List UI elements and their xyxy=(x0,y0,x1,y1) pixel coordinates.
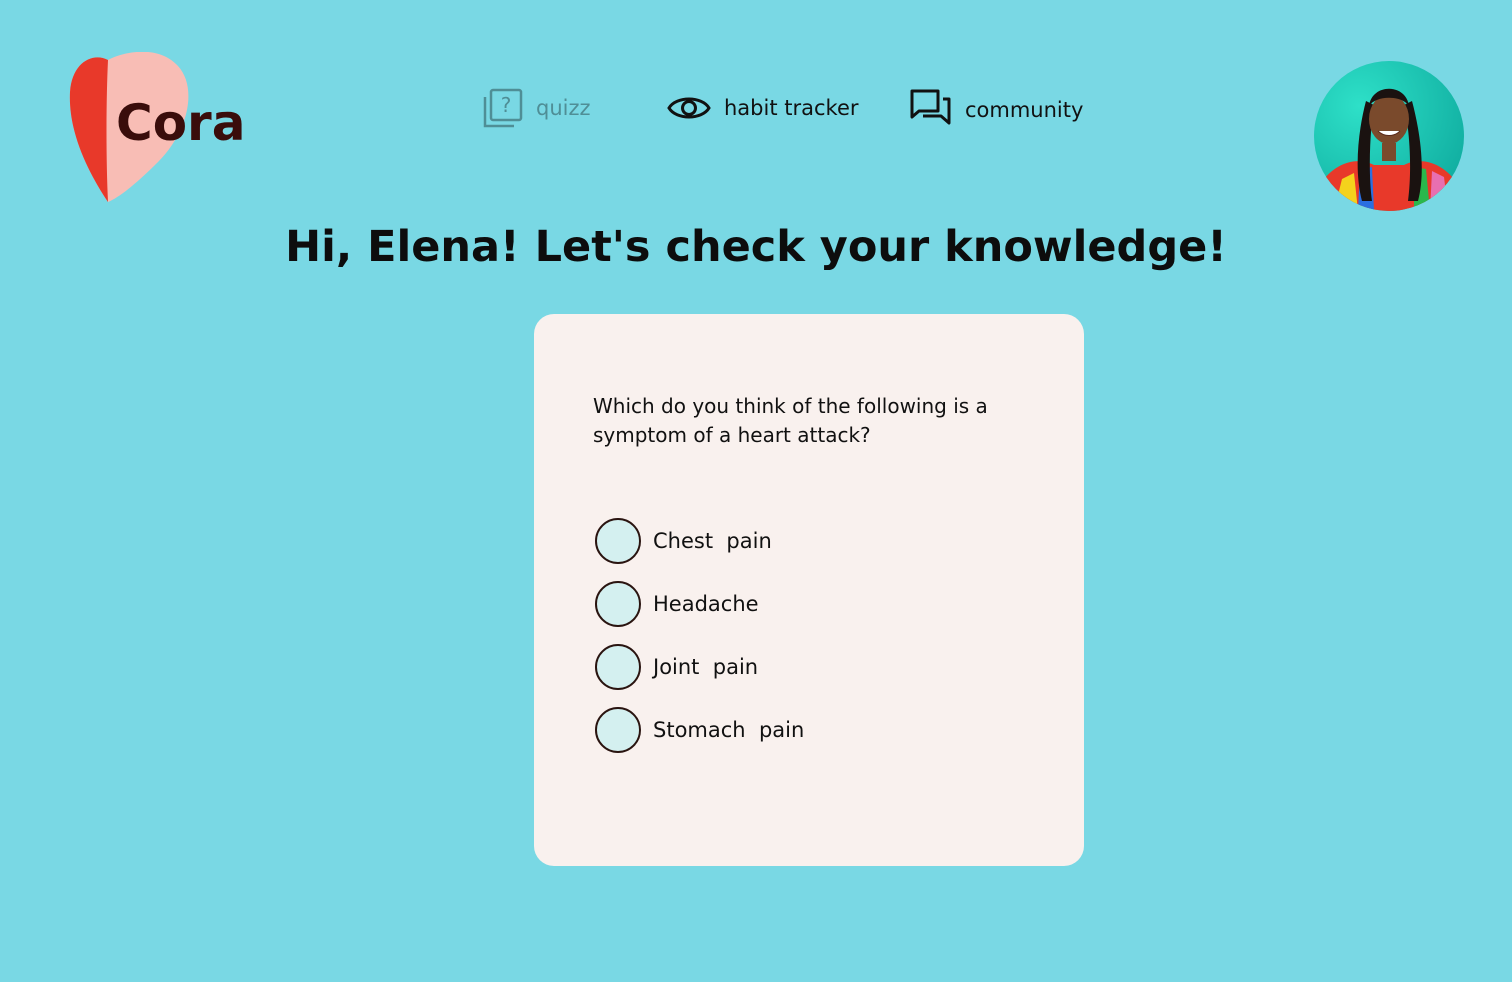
nav-community[interactable]: community xyxy=(909,86,1083,134)
eye-icon xyxy=(666,91,712,125)
option-headache[interactable]: Headache xyxy=(595,579,804,629)
nav-habit-tracker[interactable]: habit tracker xyxy=(666,84,859,132)
option-stomach-pain[interactable]: Stomach pain xyxy=(595,705,804,755)
user-avatar-image xyxy=(1314,61,1464,211)
quiz-question: Which do you think of the following is a… xyxy=(593,394,988,447)
nav-community-label: community xyxy=(965,98,1084,122)
cora-logo[interactable]: Cora xyxy=(68,52,258,208)
svg-text:?: ? xyxy=(501,93,512,117)
option-label: Headache xyxy=(653,592,759,616)
option-label: Chest pain xyxy=(653,529,772,553)
radio-button[interactable] xyxy=(595,707,641,753)
nav-quizz-label: quizz xyxy=(536,96,591,120)
nav-habit-label: habit tracker xyxy=(724,96,859,120)
option-joint-pain[interactable]: Joint pain xyxy=(595,642,804,692)
quiz-card: Which do you think of the following is a… xyxy=(534,314,1084,866)
brand-name: Cora xyxy=(116,94,246,152)
nav-quizz[interactable]: ? quizz xyxy=(482,84,591,132)
avatar[interactable] xyxy=(1314,61,1464,211)
option-label: Stomach pain xyxy=(653,718,805,742)
quiz-options: Chest pain Headache Joint pain Stomach p… xyxy=(595,516,804,768)
radio-button[interactable] xyxy=(595,518,641,564)
page-title: Hi, Elena! Let's check your knowledge! xyxy=(285,222,1227,272)
chat-bubbles-icon xyxy=(909,88,953,132)
radio-button[interactable] xyxy=(595,644,641,690)
quiz-icon: ? xyxy=(482,87,524,129)
option-label: Joint pain xyxy=(653,655,759,679)
option-chest-pain[interactable]: Chest pain xyxy=(595,516,804,566)
radio-button[interactable] xyxy=(595,581,641,627)
